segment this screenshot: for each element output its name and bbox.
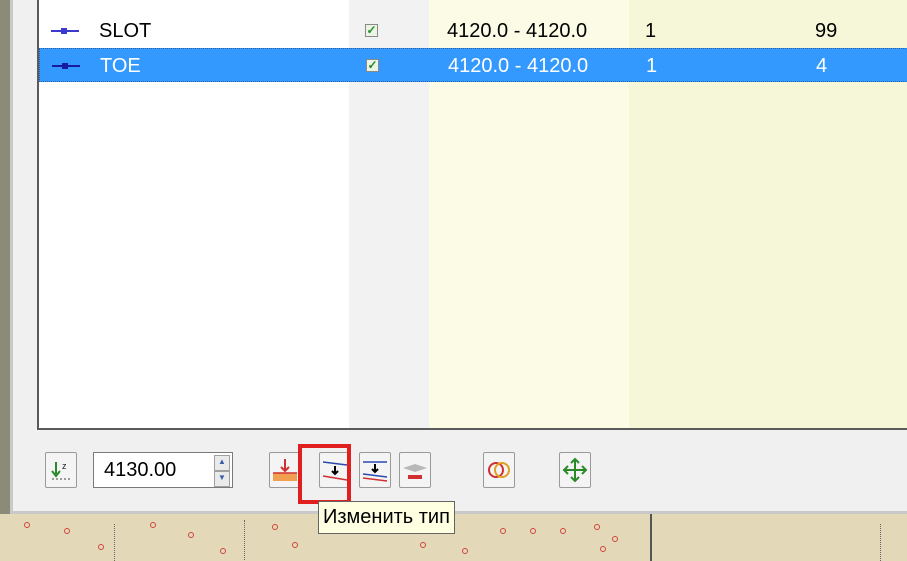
layer-range: 4120.0 - 4120.0	[447, 20, 588, 42]
map-point	[560, 528, 566, 534]
chevron-up-icon[interactable]: ▲	[214, 455, 230, 471]
annotation-highlight	[298, 444, 351, 504]
layer-row-toe[interactable]: TOE ✓ 4120.0 - 4120.0 1 4	[39, 48, 907, 82]
map-contour	[880, 524, 881, 561]
map-point	[600, 546, 606, 552]
map-point	[220, 548, 226, 554]
move-icon	[562, 457, 588, 483]
map-point	[64, 528, 70, 534]
layer-value: 99	[815, 20, 838, 42]
intersect-icon	[488, 462, 510, 478]
layer-name: SLOT	[99, 20, 152, 42]
layer-toolbar: z 4130.00 ▲ ▼	[37, 444, 897, 504]
layer-name: TOE	[100, 55, 141, 77]
move-button[interactable]	[559, 452, 591, 488]
add-layer-icon	[273, 459, 297, 481]
map-point	[98, 544, 104, 550]
remove-layer-button[interactable]	[399, 452, 431, 488]
tooltip: Изменить тип	[318, 501, 455, 534]
split-layer-button[interactable]	[359, 452, 391, 488]
elevation-value[interactable]: 4130.00	[104, 453, 176, 487]
spin-buttons: ▲ ▼	[214, 455, 230, 487]
split-layer-icon	[362, 461, 388, 482]
chevron-down-icon[interactable]: ▼	[214, 471, 230, 487]
layers-dialog: SLOT ✓ 4120.0 - 4120.0 1 99 TOE ✓ 4120.0…	[10, 0, 907, 514]
map-point	[272, 524, 278, 530]
layer-range: 4120.0 - 4120.0	[448, 55, 589, 77]
map-point	[420, 542, 426, 548]
visible-checkbox[interactable]: ✓	[365, 24, 378, 37]
remove-layer-icon	[403, 464, 427, 479]
map-point	[24, 522, 30, 528]
layer-count: 1	[645, 20, 657, 42]
window-edge	[0, 0, 10, 520]
map-point	[612, 536, 618, 542]
layer-value: 4	[816, 55, 828, 77]
elevation-stepper[interactable]: 4130.00 ▲ ▼	[93, 452, 233, 488]
map-point	[292, 542, 298, 548]
map-point	[150, 522, 156, 528]
line-style-icon	[51, 28, 79, 34]
map-contour	[244, 520, 245, 560]
layer-count: 1	[646, 55, 658, 77]
sort-z-button[interactable]: z	[45, 452, 77, 488]
add-layer-button[interactable]	[269, 452, 301, 488]
map-point	[188, 532, 194, 538]
layer-row-slot[interactable]: SLOT ✓ 4120.0 - 4120.0 1 99	[39, 14, 907, 48]
map-point	[594, 524, 600, 530]
intersect-button[interactable]	[483, 452, 515, 488]
line-style-icon	[52, 63, 80, 69]
map-contour	[650, 514, 652, 561]
visible-checkbox[interactable]: ✓	[366, 59, 379, 72]
map-point	[462, 548, 468, 554]
layers-list[interactable]: SLOT ✓ 4120.0 - 4120.0 1 99 TOE ✓ 4120.0…	[37, 0, 907, 430]
map-point	[500, 528, 506, 534]
sort-z-icon: z	[51, 461, 70, 480]
map-contour	[114, 524, 115, 561]
svg-text:z: z	[62, 461, 67, 471]
map-point	[530, 528, 536, 534]
